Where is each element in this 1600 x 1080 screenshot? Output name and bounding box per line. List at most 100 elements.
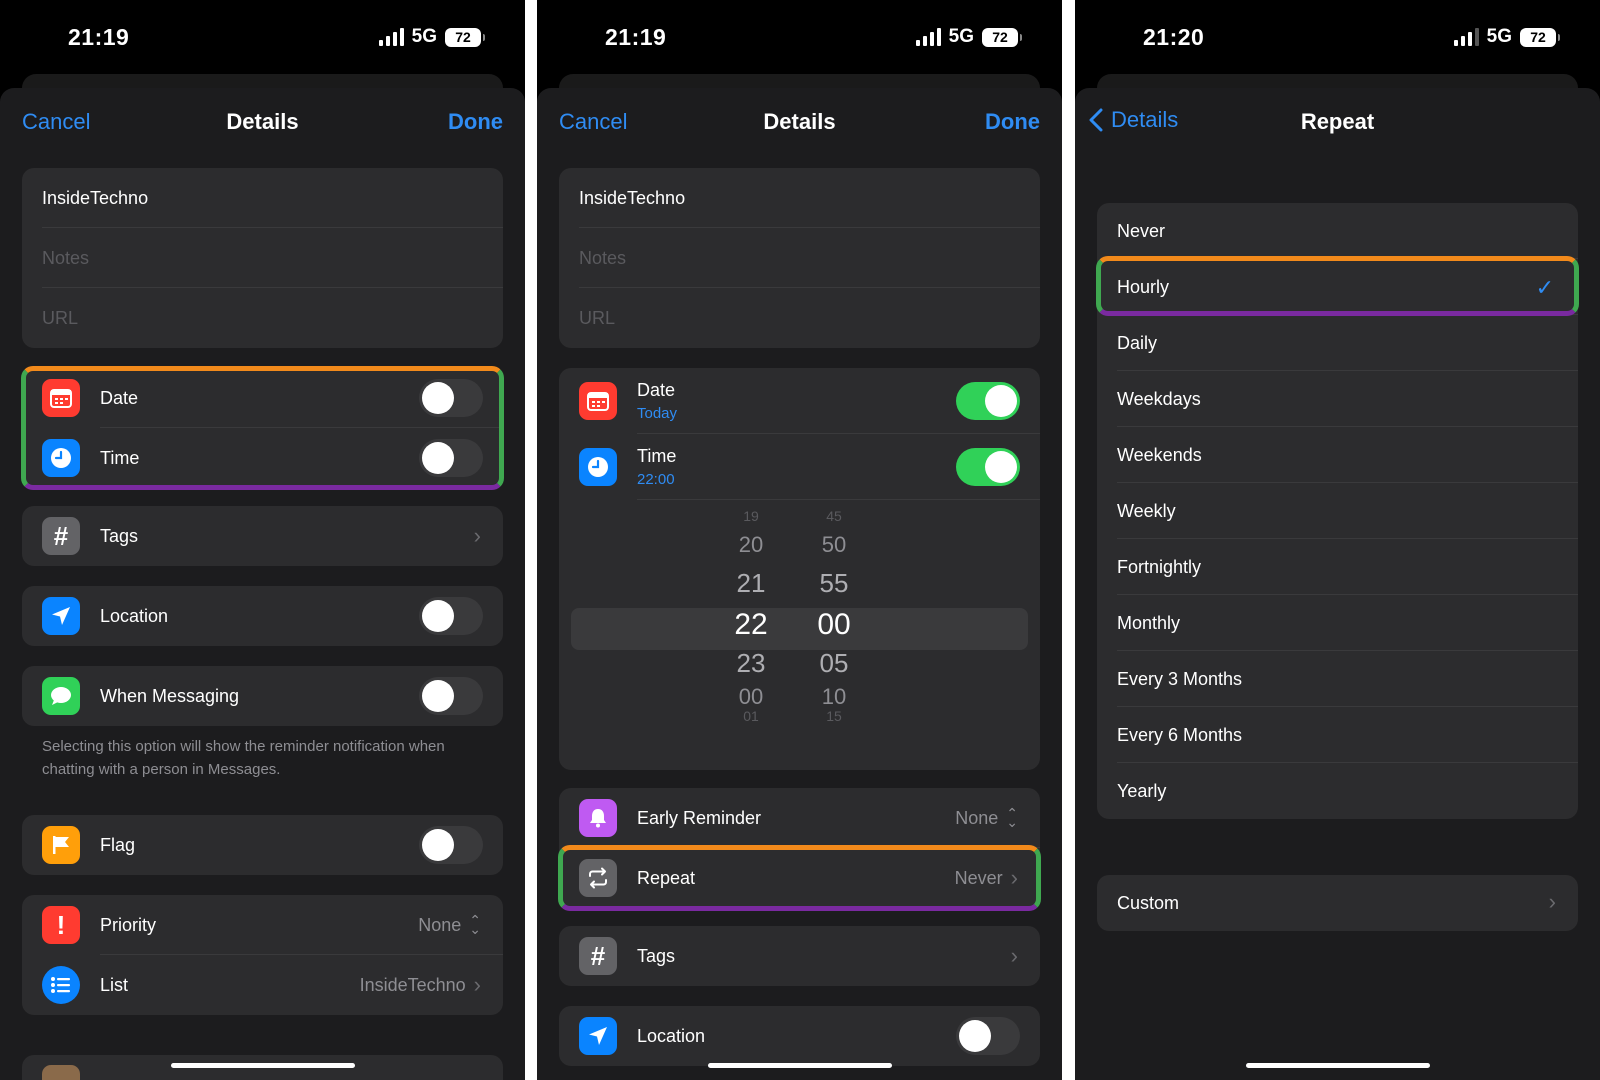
calendar-icon: [42, 379, 80, 417]
repeat-option[interactable]: Fortnightly: [1097, 539, 1578, 595]
location-toggle[interactable]: [419, 597, 483, 635]
repeat-option[interactable]: Weekends: [1097, 427, 1578, 483]
chevron-right-icon: ›: [1548, 889, 1556, 914]
hour-option[interactable]: 23: [721, 648, 781, 679]
repeat-value: Never: [954, 867, 1003, 888]
repeat-option[interactable]: Monthly: [1097, 595, 1578, 651]
flag-row[interactable]: Flag: [22, 815, 503, 875]
url-field[interactable]: URL: [22, 288, 503, 348]
repeat-option-label: Every 6 Months: [1117, 724, 1243, 745]
minute-option[interactable]: 00: [804, 608, 864, 642]
date-toggle[interactable]: [419, 379, 483, 417]
time-value[interactable]: 22:00: [637, 471, 956, 488]
nav-bar: Cancel Details Done: [0, 88, 525, 156]
signal-icon: [378, 28, 404, 46]
title-notes-card: InsideTechno Notes URL: [22, 168, 503, 348]
tags-card: # Tags ›: [559, 926, 1040, 986]
repeat-option-label: Weekly: [1117, 500, 1176, 521]
location-arrow-icon: [42, 597, 80, 635]
time-toggle[interactable]: [419, 439, 483, 477]
title-field[interactable]: InsideTechno: [559, 168, 1040, 228]
repeat-row[interactable]: Repeat Never ›: [559, 848, 1040, 908]
repeat-sheet: Details Repeat Never Hourly ✓ Daily Weekdays…: [1075, 88, 1600, 1080]
when-messaging-toggle[interactable]: [419, 677, 483, 715]
up-down-chevron-icon: ⌃ ⌄: [469, 912, 481, 937]
custom-option[interactable]: Custom ›: [1097, 875, 1578, 931]
flag-icon: [42, 826, 80, 864]
time-row[interactable]: Time 22:00: [559, 434, 1040, 500]
url-field[interactable]: URL: [559, 288, 1040, 348]
title-field[interactable]: InsideTechno: [22, 168, 503, 228]
location-toggle[interactable]: [956, 1017, 1020, 1055]
hour-option[interactable]: 00: [721, 684, 781, 710]
done-button[interactable]: Done: [985, 109, 1040, 135]
nav-bar: Details Repeat: [1075, 88, 1600, 156]
repeat-icon: [579, 859, 617, 897]
tags-row[interactable]: # Tags ›: [559, 926, 1040, 986]
minute-option[interactable]: 10: [804, 684, 864, 710]
priority-row[interactable]: ! Priority None ⌃ ⌄: [22, 895, 503, 955]
page-title: Details: [226, 109, 299, 134]
minute-option[interactable]: 45: [804, 508, 864, 524]
minute-option[interactable]: 05: [804, 648, 864, 679]
location-label: Location: [637, 1025, 706, 1046]
repeat-option[interactable]: Weekdays: [1097, 371, 1578, 427]
hour-option[interactable]: 22: [721, 608, 781, 642]
repeat-option-label: Every 3 Months: [1117, 668, 1243, 689]
time-row[interactable]: Time: [22, 428, 503, 488]
date-row[interactable]: Date: [22, 368, 503, 428]
repeat-label: Repeat: [637, 867, 696, 888]
status-time: 21:19: [605, 24, 667, 50]
notes-field[interactable]: Notes: [22, 228, 503, 288]
time-picker[interactable]: 19 20 21 22 23 00 01 45 50 55 00 05 10 15: [559, 500, 1040, 760]
time-label: Time: [100, 447, 140, 468]
repeat-option[interactable]: Weekly: [1097, 483, 1578, 539]
hour-option[interactable]: 21: [721, 568, 781, 599]
repeat-option-label: Hourly: [1117, 276, 1170, 297]
date-toggle[interactable]: [956, 382, 1020, 420]
minute-option[interactable]: 50: [804, 532, 864, 558]
details-screen-2: 21:19 5G 72 Cancel Details Done InsideTe…: [537, 0, 1062, 1080]
location-row[interactable]: Location: [22, 586, 503, 646]
flag-label: Flag: [100, 834, 136, 855]
repeat-option[interactable]: Every 6 Months: [1097, 707, 1578, 763]
photo-icon: [42, 1065, 80, 1080]
time-toggle[interactable]: [956, 448, 1020, 486]
battery-icon: 72: [982, 27, 1022, 47]
hour-option[interactable]: 20: [721, 532, 781, 558]
custom-card: Custom ›: [1097, 875, 1578, 931]
list-row[interactable]: List InsideTechno ›: [22, 955, 503, 1015]
home-indicator: [707, 1063, 892, 1068]
date-label: Date: [637, 380, 676, 400]
hour-option[interactable]: 01: [721, 708, 781, 724]
flag-toggle[interactable]: [419, 826, 483, 864]
minute-option[interactable]: 55: [804, 568, 864, 599]
when-messaging-row[interactable]: When Messaging: [22, 666, 503, 726]
home-indicator: [170, 1063, 355, 1068]
network-label: 5G: [1486, 26, 1512, 47]
time-label: Time: [637, 446, 677, 466]
messaging-footnote: Selecting this option will show the remi…: [42, 738, 445, 778]
date-time-card: Date Today Time 22:00 19 20 21 22 23 00 …: [559, 368, 1040, 770]
hour-option[interactable]: 19: [721, 508, 781, 524]
early-reminder-row[interactable]: Early Reminder None ⌃ ⌄: [559, 788, 1040, 848]
minute-option[interactable]: 15: [804, 708, 864, 724]
repeat-option[interactable]: Hourly ✓: [1097, 259, 1578, 315]
repeat-option[interactable]: Daily: [1097, 315, 1578, 371]
status-bar: 21:20 5G 72: [1075, 0, 1600, 75]
tags-row[interactable]: # Tags ›: [22, 506, 503, 566]
date-row[interactable]: Date Today: [559, 368, 1040, 434]
notes-field[interactable]: Notes: [559, 228, 1040, 288]
location-row[interactable]: Location: [559, 1006, 1040, 1066]
done-button[interactable]: Done: [448, 109, 503, 135]
repeat-option-label: Daily: [1117, 332, 1158, 353]
details-sheet: Cancel Details Done InsideTechno Notes U…: [0, 88, 525, 1080]
date-value[interactable]: Today: [637, 405, 956, 422]
clock-icon: [42, 439, 80, 477]
chevron-right-icon: ›: [473, 972, 481, 997]
custom-label: Custom: [1117, 892, 1180, 913]
picker-selection-band: [571, 608, 1028, 650]
repeat-option[interactable]: Yearly: [1097, 763, 1578, 819]
repeat-option[interactable]: Never: [1097, 203, 1578, 259]
repeat-option[interactable]: Every 3 Months: [1097, 651, 1578, 707]
